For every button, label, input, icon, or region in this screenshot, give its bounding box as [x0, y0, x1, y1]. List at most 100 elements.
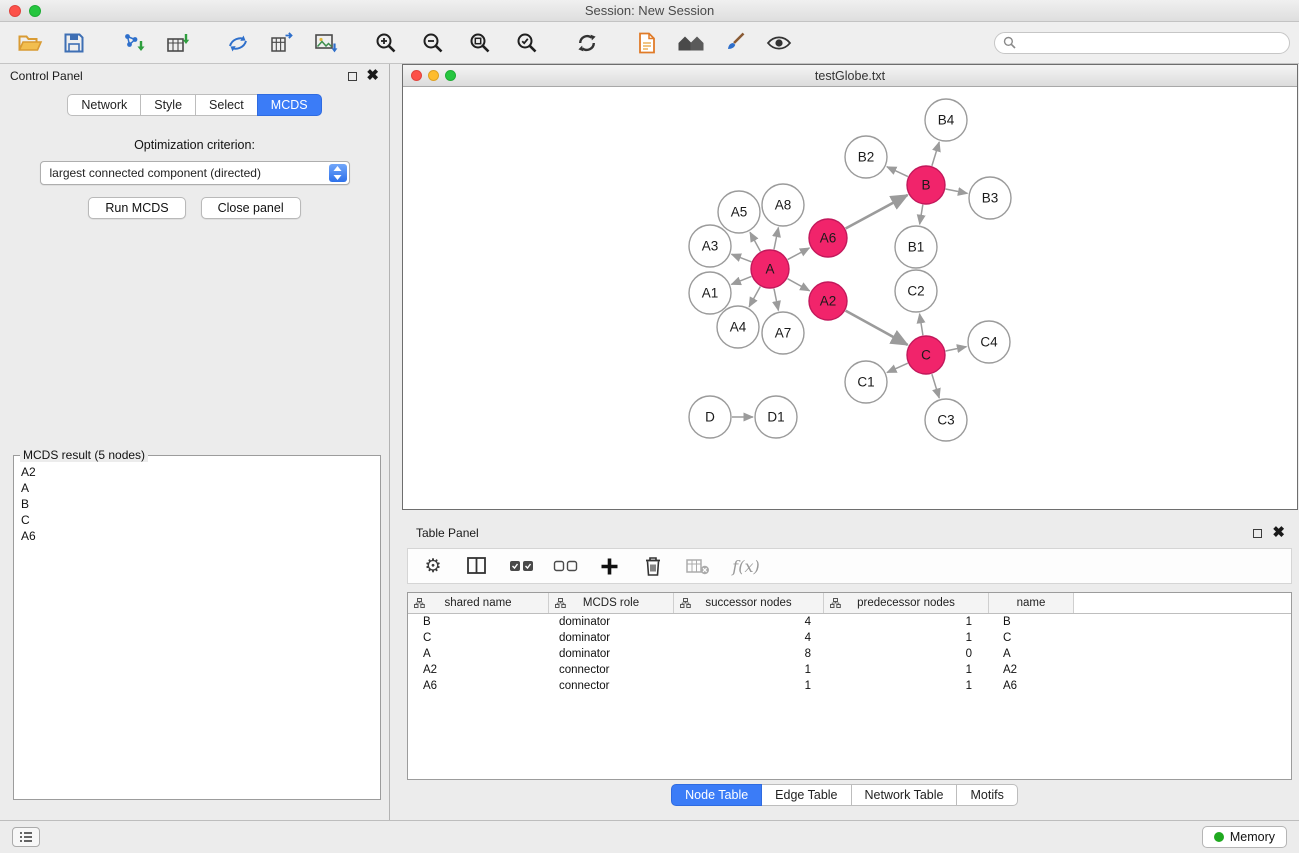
tab-network[interactable]: Network [67, 94, 141, 116]
show-hide-button[interactable] [761, 26, 797, 60]
column-header-shared-name[interactable]: shared name [408, 593, 549, 613]
graph-edge-A-A1[interactable] [731, 276, 751, 284]
graph-edge-A-A3[interactable] [731, 254, 751, 262]
zoom-window-button[interactable] [29, 5, 41, 17]
graph-edge-A2-C[interactable] [846, 311, 908, 345]
column-header-mcds-role[interactable]: MCDS role [549, 593, 674, 613]
column-header-successor-nodes[interactable]: successor nodes [674, 593, 824, 613]
mcds-result-item[interactable]: A2 [21, 464, 380, 480]
network-view-window: testGlobe.txt B4B2BB3A5A8A6A3B1AA1C2A2A4… [402, 64, 1298, 510]
close-table-panel-icon[interactable]: ✖ [1272, 528, 1285, 538]
session-file-button[interactable] [629, 26, 665, 60]
tab-node-table[interactable]: Node Table [671, 784, 762, 806]
zoom-selected-button[interactable] [509, 26, 545, 60]
deselect-all-button[interactable] [548, 551, 582, 581]
graph-node-label: B1 [908, 240, 925, 255]
graph-edge-A-A2[interactable] [788, 279, 810, 291]
network-close-button[interactable] [411, 70, 422, 81]
graph-edge-A-A4[interactable] [749, 287, 760, 307]
refresh-view-button[interactable] [569, 26, 605, 60]
close-panel-button[interactable]: Close panel [201, 197, 301, 219]
float-table-panel-icon[interactable] [1253, 529, 1262, 538]
zoom-in-button[interactable] [368, 26, 404, 60]
tab-edge-table[interactable]: Edge Table [761, 784, 851, 806]
optimization-criterion-select[interactable]: largest connected component (directed) [40, 161, 350, 185]
graph-edge-A6-B[interactable] [846, 195, 908, 228]
open-session-button[interactable] [12, 26, 48, 60]
tab-motifs[interactable]: Motifs [956, 784, 1017, 806]
search-input[interactable] [1021, 36, 1281, 50]
network-canvas[interactable]: B4B2BB3A5A8A6A3B1AA1C2A2A4A7C4CC1DD1C3 [403, 87, 1297, 509]
tab-mcds[interactable]: MCDS [257, 94, 322, 116]
mcds-result-item[interactable]: A6 [21, 528, 380, 544]
table-cell: 8 [674, 646, 824, 662]
delete-table-button[interactable] [680, 551, 714, 581]
tab-select[interactable]: Select [195, 94, 258, 116]
apply-style-button[interactable] [717, 26, 753, 60]
graph-edge-A-A8[interactable] [774, 228, 778, 250]
network-zoom-button[interactable] [445, 70, 456, 81]
column-header-predecessor-nodes[interactable]: predecessor nodes [824, 593, 989, 613]
zoom-in-icon [373, 30, 399, 56]
close-panel-icon[interactable]: ✖ [366, 71, 379, 81]
column-header-name[interactable]: name [989, 593, 1074, 613]
graph-edge-A-A7[interactable] [774, 289, 778, 311]
table-toolbar: ⚙ [407, 548, 1292, 584]
zoom-selected-icon [514, 30, 540, 56]
mcds-result-list: A2ABCA6 [14, 456, 380, 544]
mcds-result-item[interactable]: C [21, 512, 380, 528]
select-all-button[interactable] [504, 551, 538, 581]
add-row-button[interactable] [592, 551, 626, 581]
close-window-button[interactable] [9, 5, 21, 17]
graph-edge-A-A5[interactable] [750, 232, 760, 251]
table-row[interactable]: Adominator80A [408, 646, 1291, 662]
network-minimize-button[interactable] [428, 70, 439, 81]
network-window-titlebar: testGlobe.txt [403, 65, 1297, 87]
optimization-criterion-value: largest connected component (directed) [50, 166, 261, 180]
new-network-button[interactable] [220, 26, 256, 60]
graph-edge-B-B1[interactable] [920, 205, 923, 225]
import-table-button[interactable] [160, 26, 196, 60]
graph-edge-C-C4[interactable] [946, 347, 967, 351]
zoom-out-button[interactable] [415, 26, 451, 60]
graph-node-label: C4 [980, 335, 998, 350]
show-panels-button[interactable] [12, 827, 40, 847]
table-row[interactable]: A2connector11A2 [408, 662, 1291, 678]
mcds-result-item[interactable]: B [21, 496, 380, 512]
table-row[interactable]: Bdominator41B [408, 614, 1291, 630]
table-row[interactable]: A6connector11A6 [408, 678, 1291, 694]
mcds-result-item[interactable]: A [21, 480, 380, 496]
graph-node-label: A3 [702, 239, 719, 254]
float-panel-icon[interactable] [348, 72, 357, 81]
show-columns-button[interactable] [460, 551, 494, 581]
graph-edge-B-B3[interactable] [946, 189, 968, 193]
zoom-fit-button[interactable] [462, 26, 498, 60]
control-panel-header: Control Panel ✖ [0, 64, 389, 88]
checked-boxes-icon [509, 559, 534, 573]
home-icon [676, 30, 706, 56]
export-image-button[interactable] [308, 26, 344, 60]
import-network-button[interactable] [116, 26, 152, 60]
column-tree-icon [414, 598, 425, 608]
memory-button[interactable]: Memory [1202, 826, 1287, 848]
graph-edge-A-A6[interactable] [788, 248, 810, 260]
delete-rows-button[interactable] [636, 551, 670, 581]
graph-edge-B-B4[interactable] [932, 142, 939, 166]
network-from-table-button[interactable] [264, 26, 300, 60]
graph-edge-C-C1[interactable] [887, 363, 908, 372]
tab-style[interactable]: Style [140, 94, 196, 116]
tab-network-table[interactable]: Network Table [851, 784, 958, 806]
graph-node-label: D [705, 410, 715, 425]
home-layout-button[interactable] [673, 26, 709, 60]
graph-node-label: C [921, 348, 931, 363]
save-session-button[interactable] [56, 26, 92, 60]
table-cell: 1 [674, 662, 824, 678]
document-icon [634, 30, 660, 56]
graph-edge-C-C3[interactable] [932, 374, 939, 398]
table-row[interactable]: Cdominator41C [408, 630, 1291, 646]
graph-edge-B-B2[interactable] [887, 167, 908, 177]
apply-function-button[interactable]: f(x) [724, 551, 768, 581]
graph-edge-C-C2[interactable] [920, 314, 923, 336]
table-settings-button[interactable]: ⚙ [416, 551, 450, 581]
run-mcds-button[interactable]: Run MCDS [88, 197, 185, 219]
